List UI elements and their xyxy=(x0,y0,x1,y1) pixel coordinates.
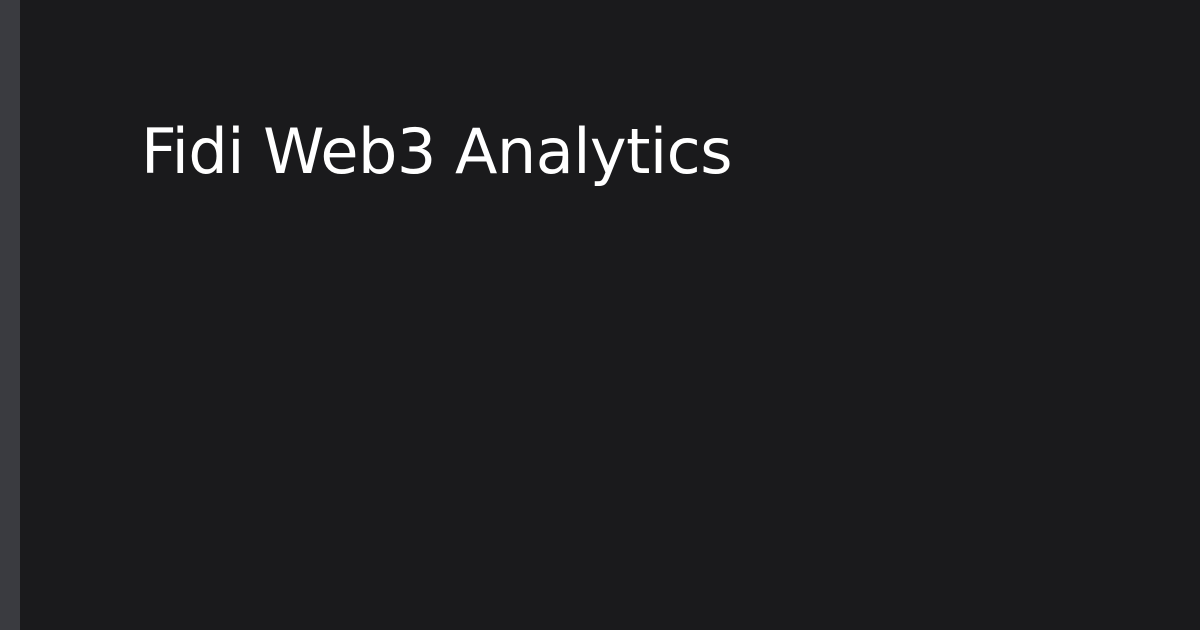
left-accent-bar xyxy=(0,0,20,630)
social-preview-card: Fidi Web3 Analytics xyxy=(0,0,1200,630)
page-title: Fidi Web3 Analytics xyxy=(141,115,733,188)
